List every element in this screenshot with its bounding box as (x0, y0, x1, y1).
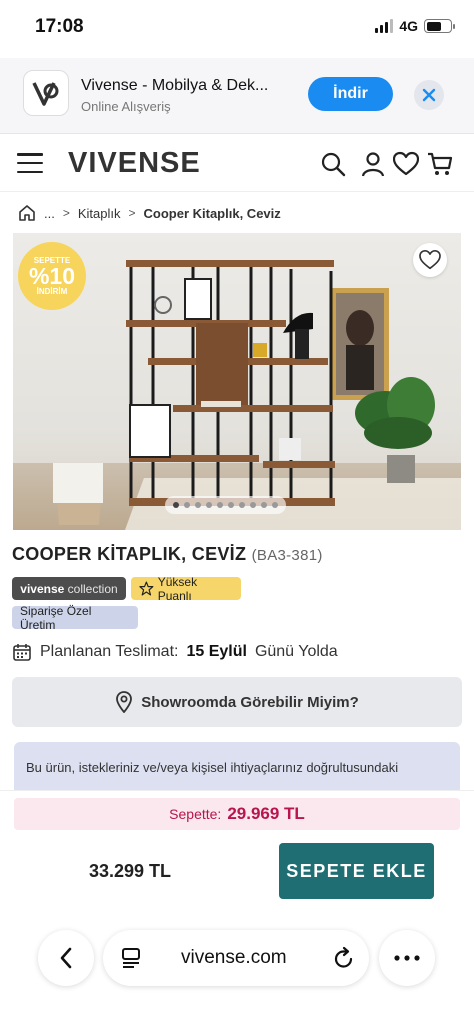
custom-order-badge: Siparişe Özel Üretim (12, 604, 138, 632)
menu-icon[interactable] (17, 153, 43, 173)
basket-price-value: 29.969 TL (227, 804, 305, 823)
battery-icon (424, 19, 455, 33)
delivery-label: Planlanan Teslimat: (40, 643, 179, 660)
promo-bottom-text: İNDİRİM (36, 286, 68, 296)
chevron-left-icon (60, 947, 72, 969)
collection-brand: vivense (20, 581, 65, 596)
delivery-suffix: Günü Yolda (254, 643, 338, 660)
status-bar: 17:08 4G (0, 0, 474, 58)
collection-badge: vivense collection (12, 577, 126, 600)
gallery-dot[interactable] (261, 502, 267, 508)
more-icon (394, 955, 420, 961)
delivery-info: Planlanan Teslimat: 15 Eylül Günü Yolda (12, 642, 338, 662)
breadcrumb-separator-icon: > (128, 206, 136, 220)
product-code: (BA3-381) (251, 547, 323, 564)
gallery-dot[interactable] (206, 502, 212, 508)
close-banner-button[interactable] (414, 80, 444, 110)
promo-discount-badge: SEPETTE %10 İNDİRİM (18, 242, 86, 310)
browser-toolbar: vivense.com (0, 930, 474, 986)
user-icon[interactable] (360, 151, 386, 177)
reload-icon[interactable] (333, 946, 355, 970)
showroom-label: Showroomda Görebilir Miyim? (141, 693, 359, 711)
address-bar[interactable]: vivense.com (103, 930, 369, 986)
app-logo-icon (23, 70, 69, 116)
gallery-dot[interactable] (239, 502, 245, 508)
favorite-button[interactable] (413, 243, 447, 277)
reader-mode-icon[interactable] (121, 947, 141, 969)
custom-production-notice: Bu ürün, istekleriniz ve/veya kişisel ih… (14, 742, 460, 790)
basket-price-label: Sepette: (169, 806, 222, 822)
basket-price-banner: Sepette: 29.969 TL (14, 798, 460, 830)
app-install-banner: Vivense - Mobilya & Dek... Online Alışve… (0, 58, 474, 134)
gallery-dot[interactable] (184, 502, 190, 508)
add-to-cart-button[interactable]: SEPETE EKLE (279, 843, 434, 899)
site-header: VIVENSE (0, 134, 474, 192)
rating-label: Yüksek Puanlı (157, 574, 198, 603)
signal-icon (375, 19, 394, 33)
breadcrumb-separator-icon: > (62, 206, 70, 220)
breadcrumb-item-kitaplik[interactable]: Kitaplık (78, 206, 121, 221)
collection-word: collection (67, 581, 118, 596)
calendar-icon (13, 644, 31, 661)
status-indicators: 4G (375, 18, 455, 34)
gallery-dot[interactable] (228, 502, 234, 508)
product-name: COOPER KİTAPLIK, CEVİZ (12, 544, 247, 564)
close-icon (422, 88, 436, 102)
list-price: 33.299 TL (89, 861, 172, 881)
gallery-dot[interactable] (272, 502, 278, 508)
heart-icon (419, 250, 441, 270)
cart-icon[interactable] (427, 151, 453, 177)
breadcrumb-item-current: Cooper Kitaplık, Ceviz (143, 205, 281, 221)
gallery-dot[interactable] (195, 502, 201, 508)
high-rating-badge: Yüksek Puanlı (131, 574, 241, 603)
network-type: 4G (399, 18, 418, 34)
delivery-date: 15 Eylül (186, 643, 247, 660)
heart-icon[interactable] (393, 151, 419, 177)
product-image-gallery[interactable]: SEPETTE %10 İNDİRİM (13, 233, 461, 530)
promo-value: %10 (28, 262, 76, 289)
more-options-button[interactable] (379, 930, 435, 986)
url-text[interactable]: vivense.com (181, 947, 287, 969)
app-subtitle: Online Alışveriş (81, 99, 171, 114)
home-icon[interactable] (18, 204, 36, 222)
purchase-bar: Sepette: 29.969 TL 33.299 TL SEPETE EKLE (0, 790, 474, 1024)
gallery-pagination[interactable] (165, 496, 286, 514)
gallery-dot[interactable] (250, 502, 256, 508)
back-button[interactable] (38, 930, 94, 986)
breadcrumb: ... > Kitaplık > Cooper Kitaplık, Ceviz (18, 202, 281, 224)
location-pin-icon (116, 691, 133, 713)
status-time: 17:08 (35, 16, 84, 37)
star-icon (139, 581, 154, 596)
breadcrumb-ellipsis[interactable]: ... (44, 206, 55, 221)
install-button[interactable]: İndir (308, 77, 393, 111)
app-name: Vivense - Mobilya & Dek... (81, 77, 269, 94)
search-icon[interactable] (320, 151, 346, 177)
showroom-button[interactable]: Showroomda Görebilir Miyim? (12, 677, 462, 727)
gallery-dot[interactable] (173, 502, 179, 508)
site-logo[interactable]: VIVENSE (68, 147, 201, 180)
product-title: COOPER KİTAPLIK, CEVİZ (BA3-381) (12, 544, 323, 565)
gallery-dot[interactable] (217, 502, 223, 508)
